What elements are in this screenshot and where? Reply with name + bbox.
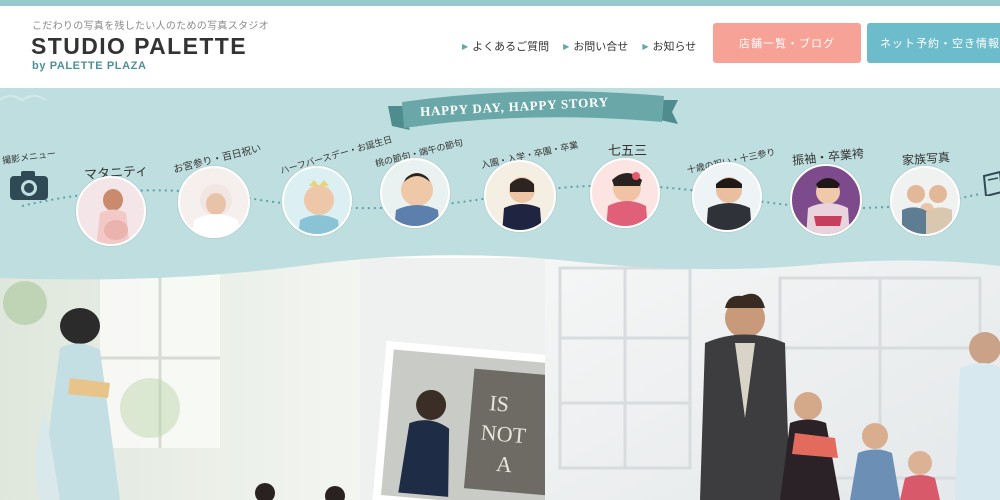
menu-item-omiyamairi[interactable]: お宮参り・百日祝い (172, 136, 262, 238)
site-tagline: こだわりの写真を残したい人のための写真スタジオ (32, 21, 269, 32)
reservation-button[interactable]: ネット予約・空き情報 (867, 23, 1000, 63)
nav-link-faq[interactable]: ▶ よくあるご質問 (462, 38, 549, 54)
menu-item-jusai[interactable]: 十歳の祝い・十三参り (680, 140, 776, 236)
omiyamairi-photo (178, 166, 250, 238)
menu-item-sekku[interactable]: 桃の節句・端午の節句 (370, 128, 464, 234)
shichigosan-photo (590, 158, 660, 228)
menu-item-school[interactable]: 入園・入学・卒園・卒業 (478, 130, 579, 236)
family-photo (890, 166, 960, 236)
birthday-photo (282, 166, 352, 236)
shop-list-button[interactable]: 店舗一覧・ブログ (713, 23, 861, 63)
sign-line-1: IS (488, 390, 510, 417)
chevron-right-icon: ▶ (563, 41, 570, 51)
sign-line-2: NOT (480, 419, 528, 448)
furisode-photo (790, 164, 862, 236)
sekku-photo (380, 158, 450, 228)
menu-item-maternity[interactable]: マタニティ (76, 158, 154, 250)
sign-line-3: A (495, 451, 513, 477)
jusai-photo (692, 162, 762, 232)
maternity-photo (76, 176, 146, 246)
hero-photo: IS NOT A (0, 258, 1000, 500)
chevron-right-icon: ▶ (462, 41, 469, 51)
site-header: こだわりの写真を残したい人のための写真スタジオ STUDIO PALETTE b… (0, 6, 1000, 88)
chevron-right-icon: ▶ (642, 41, 649, 51)
nav-link-label: お知らせ (652, 40, 697, 53)
menu-item-birthday[interactable]: ハーフバースデー・お誕生日 (274, 132, 394, 238)
header-nav: ▶ よくあるご質問 ▶ お問い合せ ▶ お知らせ (462, 38, 696, 54)
menu-item-shichigosan[interactable]: 七五三 (590, 138, 666, 234)
menu-item-family[interactable]: 家族写真 (888, 146, 972, 242)
nav-link-label: よくあるご質問 (472, 40, 550, 53)
nav-link-contact[interactable]: ▶ お問い合せ (563, 38, 628, 54)
camera-icon (10, 171, 48, 200)
book-icon (982, 170, 1000, 196)
nav-link-news[interactable]: ▶ お知らせ (642, 38, 696, 54)
site-logo-sub: by PALETTE PLAZA (32, 60, 147, 72)
menu-item-furisode[interactable]: 振袖・卒業袴 (786, 144, 878, 240)
school-photo (484, 160, 556, 232)
nav-link-label: お問い合せ (573, 40, 629, 53)
menu-item-label: 七五三 (608, 144, 648, 159)
site-logo[interactable]: STUDIO PALETTE (31, 33, 247, 60)
hero-photo-graphic: IS NOT A (0, 258, 1000, 500)
